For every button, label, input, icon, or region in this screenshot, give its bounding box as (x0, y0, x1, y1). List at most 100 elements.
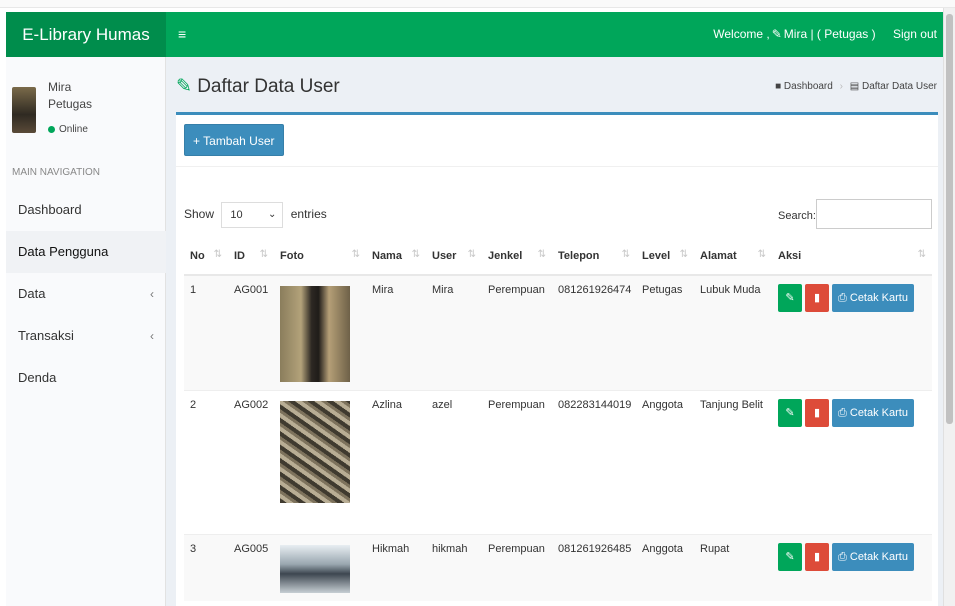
entries-length: Show 10 ⌄ entries (184, 202, 327, 228)
sort-icon: ⇅ (537, 249, 546, 260)
cell-telepon: 081261926485 (552, 534, 636, 601)
cell-foto (274, 274, 366, 391)
cell-user: hikmah (426, 534, 482, 601)
trash-icon: ▮ (813, 407, 821, 419)
sidebar-item-data[interactable]: Data ‹ (6, 273, 166, 315)
breadcrumb-dashboard[interactable]: Dashboard (784, 81, 833, 92)
col-foto[interactable]: Foto ⇅ (274, 237, 366, 276)
cell-aksi: ✎ ▮ ⎙ Cetak Kartu (772, 390, 932, 535)
header-label: Aksi (778, 249, 802, 262)
sidebar-item-data-pengguna[interactable]: Data Pengguna (6, 231, 166, 273)
sort-icon: ⇅ (259, 249, 268, 260)
welcome-user-link[interactable]: Welcome , ✎ Mira | ( Petugas ) (713, 27, 875, 41)
sidebar-item-label: Data Pengguna (18, 244, 109, 259)
delete-button[interactable]: ▮ (805, 399, 829, 427)
col-alamat[interactable]: Alamat ⇅ (694, 237, 772, 276)
scrollbar-thumb[interactable] (946, 14, 953, 424)
col-no[interactable]: No ⇅ (184, 237, 228, 276)
entries-select[interactable]: 10 ⌄ (221, 202, 284, 228)
trash-icon: ▮ (813, 292, 821, 304)
online-label: Online (59, 124, 88, 135)
entries-label: entries (290, 207, 327, 222)
print-card-label: Cetak Kartu (849, 292, 908, 304)
cell-no: 1 (184, 274, 228, 391)
cell-id: AG005 (228, 534, 274, 601)
divider (176, 166, 938, 167)
sidebar-user-name: Mira (48, 80, 72, 94)
cell-alamat: Lubuk Muda (694, 274, 772, 391)
navbar-right: Welcome , ✎ Mira | ( Petugas ) Sign out (699, 12, 937, 57)
sidebar-item-label: Denda (18, 370, 57, 385)
sort-icon: ⇅ (351, 249, 360, 260)
trash-icon: ▮ (813, 551, 821, 563)
edit-icon: ✎ (785, 292, 795, 304)
sidebar-item-label: Data (18, 286, 46, 301)
brand-logo[interactable]: E-Library Humas (6, 12, 166, 57)
avatar (12, 87, 36, 133)
header-label: Jenkel (488, 249, 523, 262)
cell-alamat: Rupat (694, 534, 772, 601)
print-card-button[interactable]: ⎙ Cetak Kartu (832, 284, 914, 312)
col-telepon[interactable]: Telepon ⇅ (552, 237, 636, 276)
content-wrapper: ✎ Daftar Data User ■ Dashboard › ▤ Dafta… (166, 57, 943, 606)
sidebar-toggle-icon[interactable]: ≡ (178, 12, 186, 57)
cell-alamat: Tanjung Belit (694, 390, 772, 535)
cell-aksi: ✎ ▮ ⎙ Cetak Kartu (772, 274, 932, 391)
sidebar-user-role: Petugas (48, 97, 93, 111)
add-user-button[interactable]: + Tambah User (184, 124, 284, 156)
online-status: Online (48, 124, 88, 135)
sort-icon: ⇅ (411, 249, 420, 260)
edit-button[interactable]: ✎ (778, 543, 802, 571)
breadcrumb: ■ Dashboard › ▤ Daftar Data User (775, 81, 937, 92)
plus-icon: + (193, 134, 201, 148)
sidebar-menu: Dashboard Data Pengguna Data ‹ Transaksi ‹… (6, 189, 166, 399)
sidebar: Mira Petugas Online MAIN NAVIGATION Dash… (6, 57, 166, 606)
delete-button[interactable]: ▮ (805, 543, 829, 571)
sidebar-item-label: Dashboard (18, 202, 82, 217)
table-row: 1 AG001 Mira Mira Perempuan 081261926474… (184, 274, 932, 391)
col-nama[interactable]: Nama ⇅ (366, 237, 426, 276)
chevron-left-icon: ‹ (150, 287, 154, 301)
print-icon: ⎙ (838, 407, 847, 419)
print-icon: ⎙ (838, 292, 847, 304)
cell-jenkel: Perempuan (482, 274, 552, 391)
sidebar-user-info: Mira Petugas (48, 79, 92, 113)
page-scrollbar[interactable] (943, 8, 955, 606)
col-jenkel[interactable]: Jenkel ⇅ (482, 237, 552, 276)
print-card-button[interactable]: ⎙ Cetak Kartu (832, 543, 914, 571)
edit-button[interactable]: ✎ (778, 284, 802, 312)
cell-nama: Hikmah (366, 534, 426, 601)
col-id[interactable]: ID ⇅ (228, 237, 274, 276)
signout-link[interactable]: Sign out (893, 27, 937, 41)
print-card-label: Cetak Kartu (849, 407, 908, 419)
edit-button[interactable]: ✎ (778, 399, 802, 427)
data-box: + Tambah User Show 10 ⌄ entries Search: N… (176, 112, 938, 606)
search-input[interactable] (816, 199, 932, 229)
sort-icon: ⇅ (467, 249, 476, 260)
delete-button[interactable]: ▮ (805, 284, 829, 312)
cell-no: 3 (184, 534, 228, 601)
header-label: Alamat (700, 249, 737, 262)
cell-no: 2 (184, 390, 228, 535)
col-level[interactable]: Level ⇅ (636, 237, 694, 276)
cell-telepon: 082283144019 (552, 390, 636, 535)
user-photo (280, 286, 350, 382)
user-panel: Mira Petugas Online (12, 69, 162, 149)
table-header-row: No ⇅ ID ⇅ Foto ⇅ Nama ⇅ User ⇅ Jenkel ⇅ Telepo… (184, 237, 932, 276)
header-label: ID (234, 249, 245, 262)
sidebar-item-transaksi[interactable]: Transaksi ‹ (6, 315, 166, 357)
edit-icon: ✎ (771, 27, 782, 41)
cell-level: Anggota (636, 390, 694, 535)
col-user[interactable]: User ⇅ (426, 237, 482, 276)
col-aksi[interactable]: Aksi ⇅ (772, 237, 932, 276)
add-user-label: Tambah User (203, 134, 275, 148)
cell-user: azel (426, 390, 482, 535)
print-card-button[interactable]: ⎙ Cetak Kartu (832, 399, 914, 427)
cell-aksi: ✎ ▮ ⎙ Cetak Kartu (772, 534, 932, 601)
user-photo (280, 545, 350, 593)
breadcrumb-current: Daftar Data User (861, 81, 937, 92)
sidebar-item-dashboard[interactable]: Dashboard (6, 189, 166, 231)
entries-value: 10 (230, 209, 243, 221)
browser-top-strip (0, 0, 955, 8)
sidebar-item-denda[interactable]: Denda (6, 357, 166, 399)
